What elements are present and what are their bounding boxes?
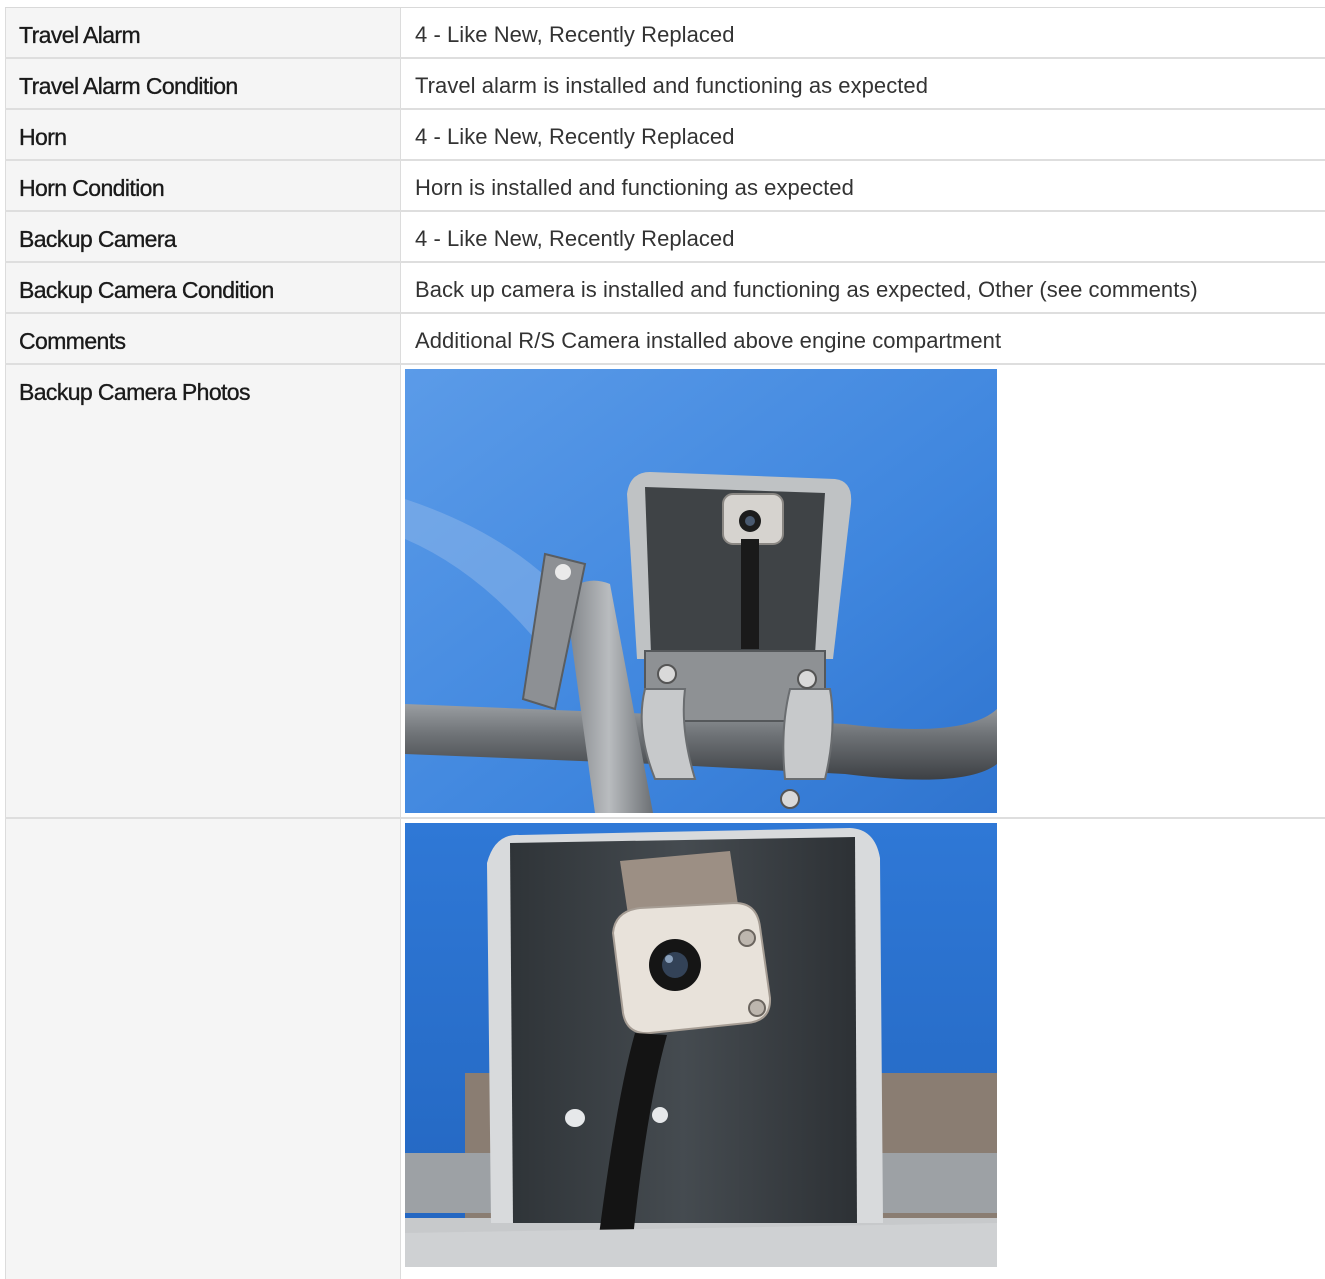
row-label: Comments: [5, 314, 401, 363]
row-value: 4 - Like New, Recently Replaced: [415, 22, 735, 47]
table-row-backup-camera-condition: Backup Camera Condition Back up camera i…: [5, 263, 1325, 314]
photo-cell: [401, 365, 1325, 817]
row-label: Backup Camera Photos: [5, 365, 401, 817]
row-value: Back up camera is installed and function…: [415, 277, 1198, 302]
row-value: Additional R/S Camera installed above en…: [415, 328, 1002, 353]
row-label: Backup Camera: [5, 212, 401, 261]
row-label-empty: [5, 819, 401, 1279]
inspection-table: Travel Alarm 4 - Like New, Recently Repl…: [5, 7, 1325, 1279]
row-value: 4 - Like New, Recently Replaced: [415, 124, 735, 149]
table-row-backup-camera-photos: Backup Camera Photos: [5, 365, 1325, 819]
table-row-travel-alarm-condition: Travel Alarm Condition Travel alarm is i…: [5, 59, 1325, 110]
table-row-backup-camera-photos-2: [5, 819, 1325, 1279]
row-value: Horn is installed and functioning as exp…: [415, 175, 854, 200]
table-row-horn: Horn 4 - Like New, Recently Replaced: [5, 110, 1325, 161]
row-label: Travel Alarm Condition: [5, 59, 401, 108]
row-label: Backup Camera Condition: [5, 263, 401, 312]
table-row-comments: Comments Additional R/S Camera installed…: [5, 314, 1325, 365]
row-label: Horn: [5, 110, 401, 159]
table-row-backup-camera: Backup Camera 4 - Like New, Recently Rep…: [5, 212, 1325, 263]
photo-cell: [401, 819, 1325, 1279]
camera-closeup-photo[interactable]: [405, 823, 997, 1267]
camera-mount-wide-photo[interactable]: [405, 369, 997, 813]
row-value: 4 - Like New, Recently Replaced: [415, 226, 735, 251]
row-value: Travel alarm is installed and functionin…: [415, 73, 928, 98]
table-row-horn-condition: Horn Condition Horn is installed and fun…: [5, 161, 1325, 212]
row-label: Horn Condition: [5, 161, 401, 210]
table-row-travel-alarm: Travel Alarm 4 - Like New, Recently Repl…: [5, 8, 1325, 59]
row-label: Travel Alarm: [5, 8, 401, 57]
